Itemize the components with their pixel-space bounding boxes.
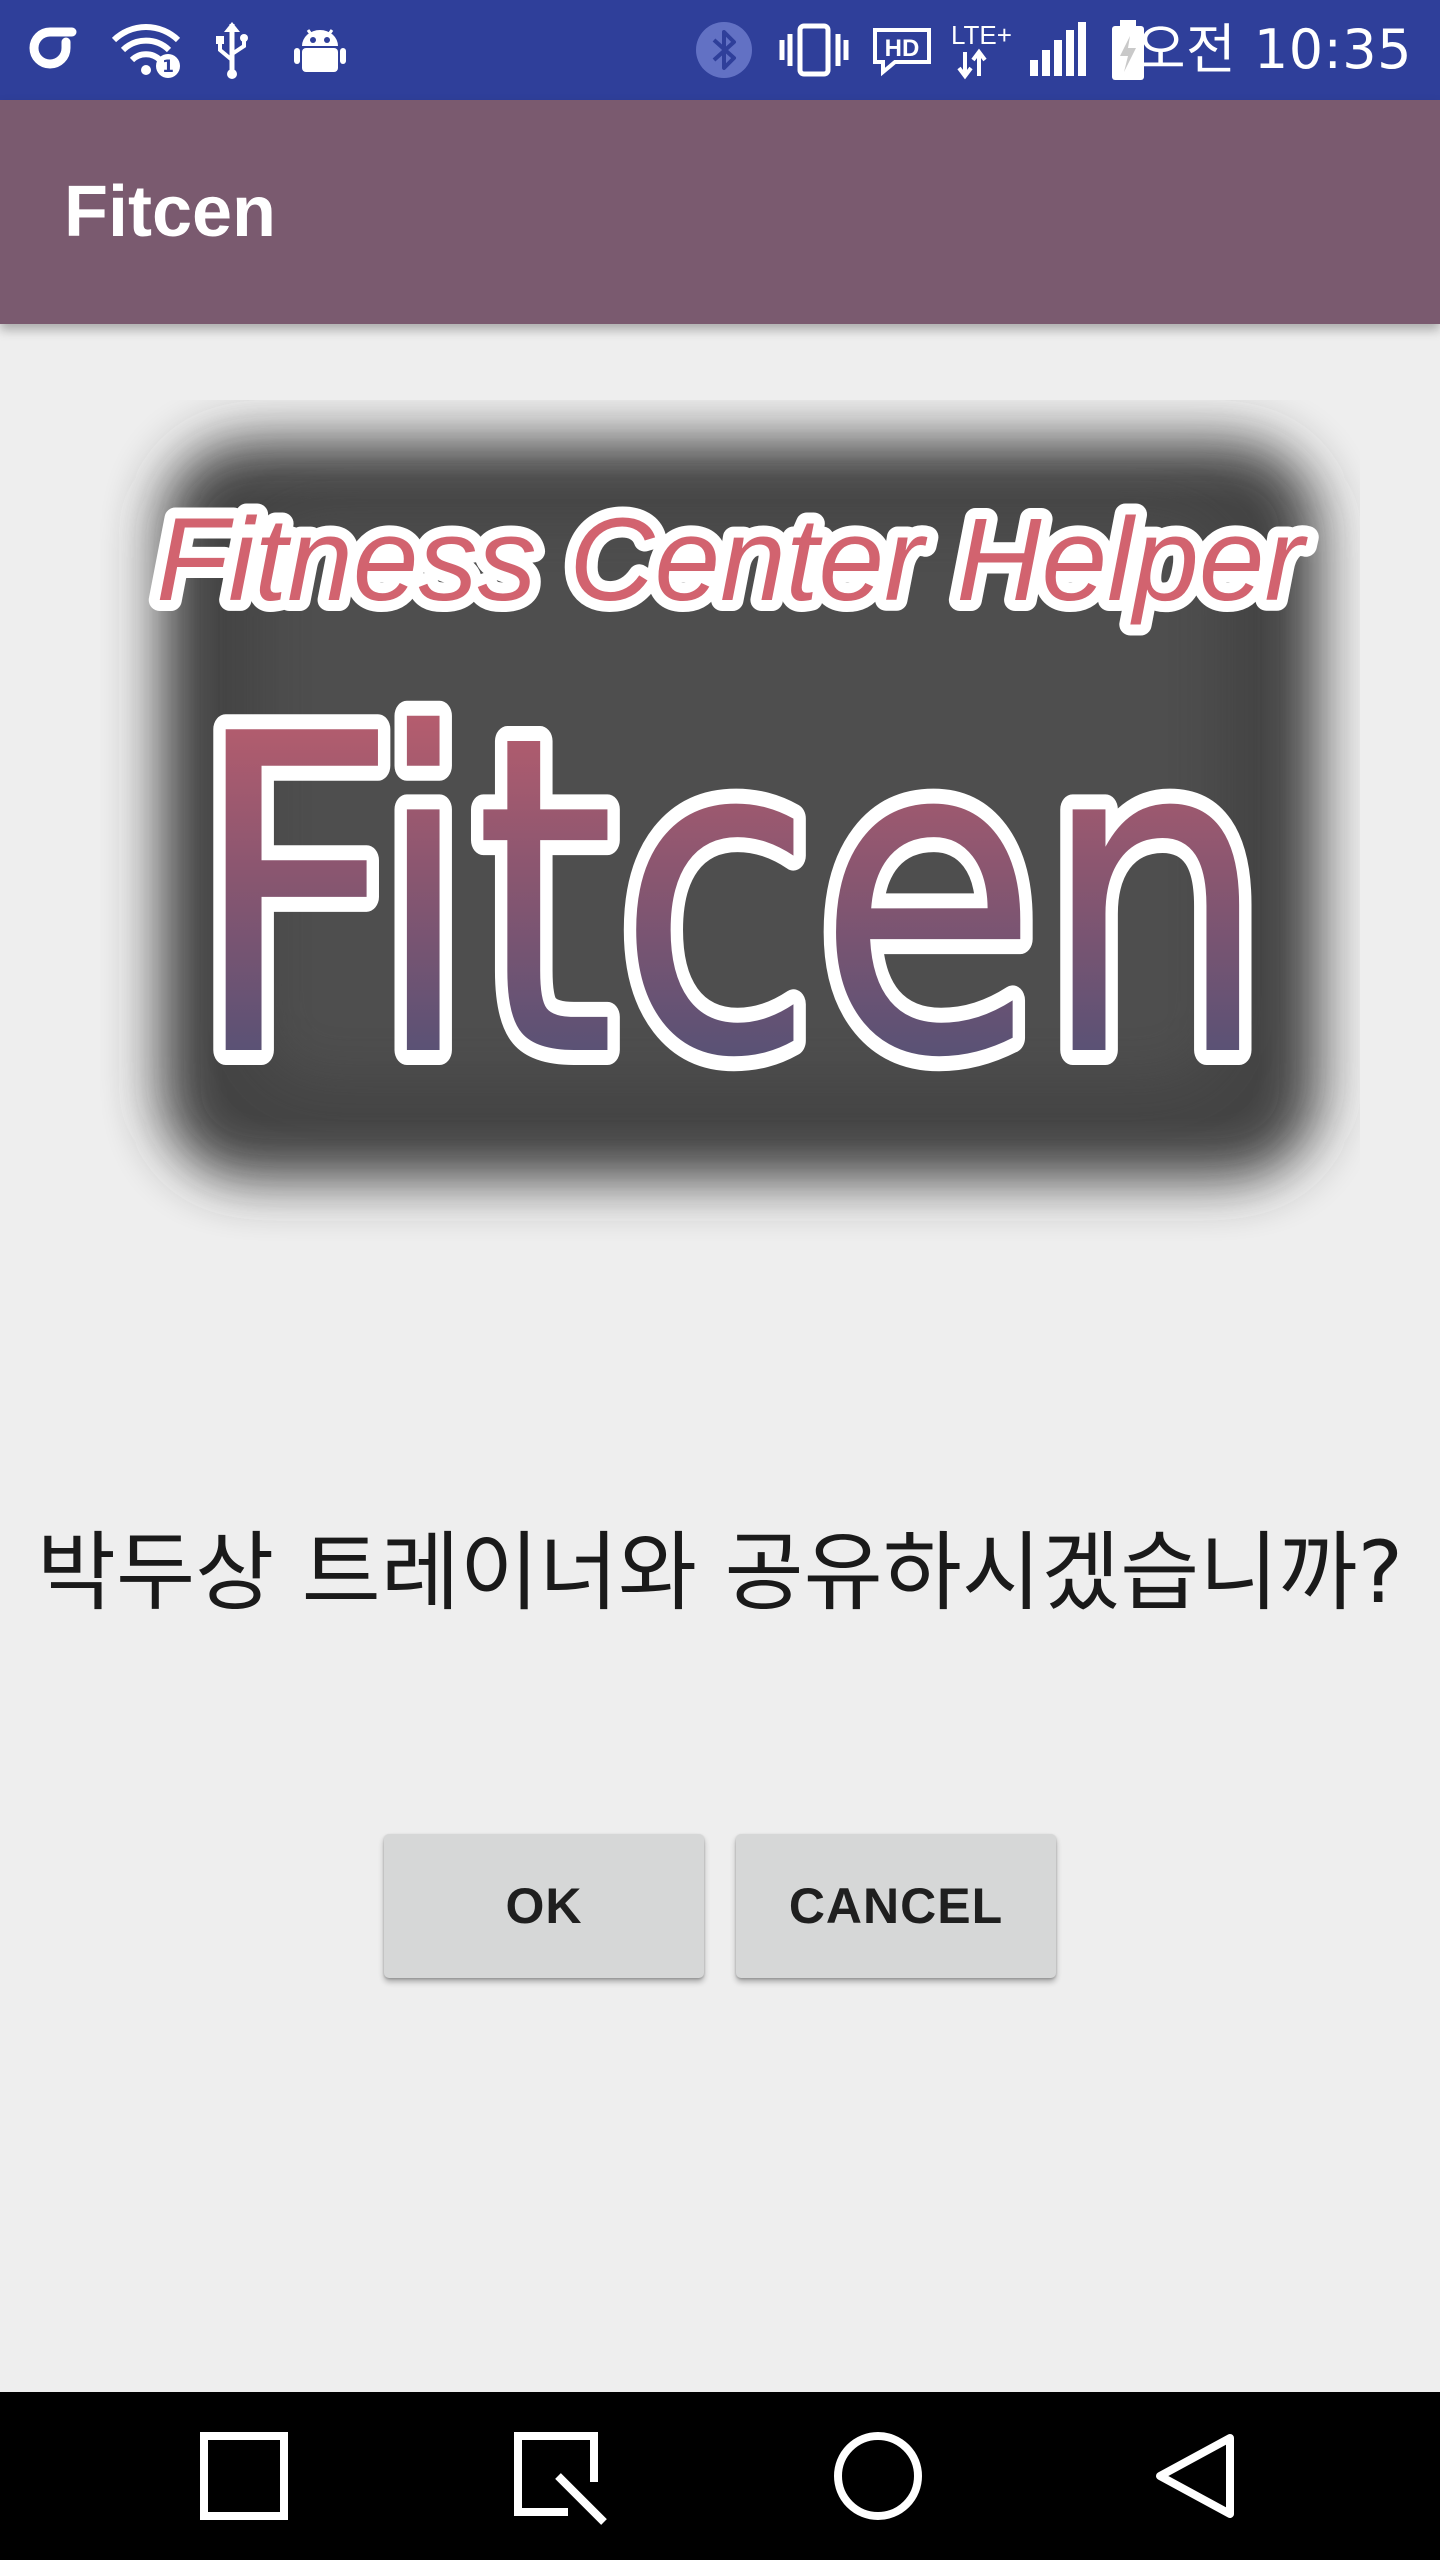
android-debug-icon xyxy=(290,0,350,100)
svg-text:1: 1 xyxy=(162,57,174,77)
recents-icon[interactable] xyxy=(164,2392,324,2560)
app-title: Fitcen xyxy=(64,172,277,252)
usb-icon xyxy=(208,0,256,100)
signal-icon xyxy=(1026,0,1088,100)
carrier-logo-icon xyxy=(26,0,86,100)
share-question: 박두상 트레이너와 공유하시겠습니까? xyxy=(36,1523,1404,1623)
status-bar: 1 HD LTE+ 오전 10:35 xyxy=(0,0,1440,100)
svg-text:HD: HD xyxy=(885,35,920,62)
hd-voice-icon: HD xyxy=(870,0,934,100)
svg-text:LTE+: LTE+ xyxy=(951,20,1012,50)
logo-tagline: Fitness Center Helper xyxy=(156,494,1308,626)
logo-wordmark: Fitcen xyxy=(190,642,1270,1154)
wifi-icon: 1 xyxy=(108,0,184,100)
home-icon[interactable] xyxy=(798,2392,958,2560)
cancel-button[interactable]: CANCEL xyxy=(736,1834,1056,1978)
lte-plus-icon: LTE+ xyxy=(948,0,1022,100)
navigation-bar xyxy=(0,2392,1440,2560)
bluetooth-icon xyxy=(690,0,758,100)
fitcen-logo: Fitness Center Helper Fitness Center Hel… xyxy=(100,400,1360,1300)
back-icon[interactable] xyxy=(1116,2392,1276,2560)
ok-button[interactable]: OK xyxy=(384,1834,704,1978)
vibrate-icon xyxy=(774,0,854,100)
capture-icon[interactable] xyxy=(478,2392,638,2560)
app-bar: Fitcen xyxy=(0,100,1440,324)
status-clock: 오전 10:35 xyxy=(1135,18,1412,81)
